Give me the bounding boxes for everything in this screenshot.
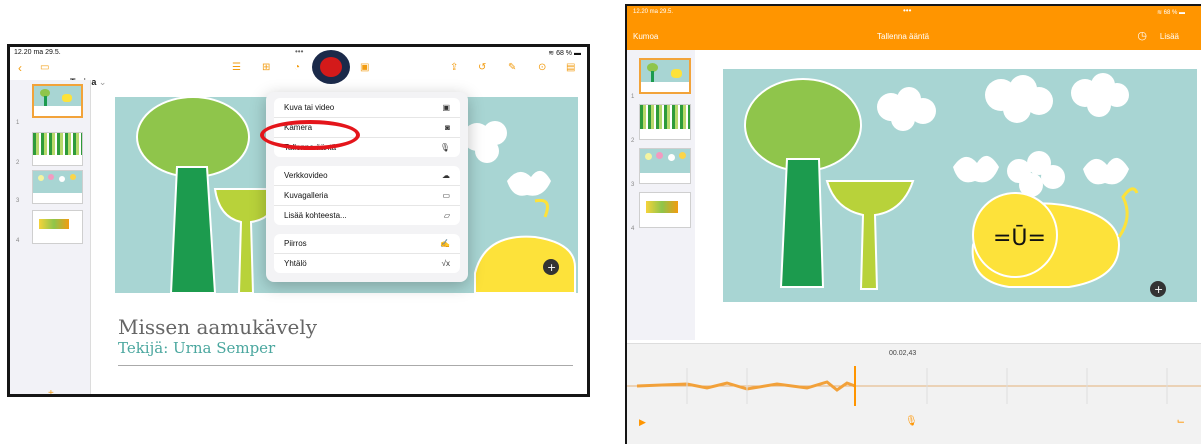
add-button[interactable]: Lisää	[1160, 32, 1179, 41]
status-battery: ≋ 68 % ▬	[548, 49, 581, 57]
slide-thumbnail[interactable]	[32, 84, 83, 118]
status-time: 12.20 ma 29.5.	[633, 9, 674, 15]
add-slide-button[interactable]: +	[48, 388, 54, 394]
divider	[118, 365, 573, 366]
menu-item-label: Lisää kohteesta...	[284, 211, 347, 220]
menu-item-photo-video[interactable]: Kuva tai video ▣	[274, 98, 460, 118]
chevron-left-icon[interactable]: ‹	[18, 61, 22, 75]
thumbnail-number: 1	[16, 120, 20, 126]
highlight-record-audio-oval	[260, 120, 360, 150]
gallery-icon: ▭	[442, 191, 450, 200]
crop-icon[interactable]: ⌙	[1177, 416, 1185, 427]
status-bar: 12.20 ma 29.5. ••• ≋ 68 % ▬	[10, 47, 587, 61]
audio-recorder-panel: 00.02,43 ▶ 🎙 ⌙	[627, 343, 1201, 444]
battery-icon: ▬	[574, 50, 581, 57]
pencil-icon: ✍	[440, 239, 450, 248]
photo-icon: ▣	[442, 103, 450, 112]
brush-icon[interactable]: ✎	[508, 62, 516, 73]
menu-item-label: Verkkovideo	[284, 171, 328, 180]
red-dot-marker	[320, 57, 342, 77]
thumbnail-number: 1	[631, 94, 635, 100]
status-battery: ≋ 68 % ▬	[1157, 9, 1185, 16]
equation-icon: √x	[441, 259, 450, 268]
cancel-button[interactable]: Kumoa	[633, 32, 658, 41]
highlight-media-button-marker	[312, 50, 350, 84]
share-icon[interactable]: ⇪	[450, 62, 458, 73]
battery-level: 68 %	[1163, 10, 1178, 16]
toolbar: ‹ ▭ Tarina ⌄ ☰ ⊞ ◔ ▣ ⇪ ↺ ✎ ⊙ ▤	[10, 60, 587, 87]
microphone-icon[interactable]: 🎙	[905, 416, 918, 427]
slide-navigator: 1 2 3 4 +	[10, 80, 91, 394]
keynote-record-audio-screenshot: 12.20 ma 29.5. ••• ≋ 68 % ▬ Kumoa Tallen…	[625, 4, 1201, 444]
chart-icon[interactable]: ◔	[294, 62, 300, 73]
undo-icon[interactable]: ↺	[478, 62, 486, 73]
slide-thumbnail[interactable]	[639, 58, 691, 94]
more-dots-icon: •••	[295, 47, 304, 56]
slide-canvas[interactable]: =Ū= +	[723, 69, 1197, 302]
cloud-play-icon: ☁	[442, 171, 450, 180]
table-icon[interactable]: ⊞	[262, 62, 270, 73]
menu-group: Piirros ✍ Yhtälö √x	[274, 234, 460, 273]
svg-text:=Ū=: =Ū=	[993, 225, 1046, 251]
slide-thumbnail[interactable]	[639, 148, 691, 184]
chevron-down-icon: ⌄	[98, 77, 107, 87]
recording-toolbar: 12.20 ma 29.5. ••• ≋ 68 % ▬ Kumoa Tallen…	[627, 6, 1201, 50]
slide-thumbnail[interactable]	[32, 170, 83, 204]
thumbnail-number: 3	[631, 182, 635, 188]
slide-thumbnail[interactable]	[32, 210, 83, 244]
wifi-icon: ≋	[548, 50, 555, 57]
menu-item-web-video[interactable]: Verkkovideo ☁	[274, 166, 460, 186]
battery-icon: ▬	[1179, 10, 1185, 16]
slide-subtitle[interactable]: Tekijä: Urna Semper	[118, 339, 275, 357]
menu-item-gallery[interactable]: Kuvagalleria ▭	[274, 186, 460, 206]
slide-thumbnail[interactable]	[32, 132, 83, 166]
slide-navigator: 1 2 3 4	[627, 50, 695, 340]
menu-item-label: Kuva tai video	[284, 103, 335, 112]
recording-title: Tallenna ääntä	[877, 32, 930, 41]
menu-item-insert-from[interactable]: Lisää kohteesta... ▱	[274, 206, 460, 225]
menu-item-label: Kuvagalleria	[284, 191, 329, 200]
camera-icon: ◙	[445, 123, 450, 132]
play-icon[interactable]: ▶	[639, 417, 646, 428]
document-icon[interactable]: ▤	[566, 62, 575, 73]
clock-icon[interactable]: ◷	[1137, 29, 1147, 42]
slide-title[interactable]: Missen aamukävely	[118, 315, 317, 339]
menu-item-drawing[interactable]: Piirros ✍	[274, 234, 460, 254]
menu-item-label: Piirros	[284, 239, 307, 248]
slide-thumbnail[interactable]	[639, 104, 691, 140]
sidebar-toggle-icon[interactable]: ▭	[40, 62, 49, 73]
keynote-insert-menu-screenshot: 12.20 ma 29.5. ••• ≋ 68 % ▬ ‹ ▭ Tarina ⌄…	[7, 44, 590, 397]
folder-icon: ▱	[443, 211, 450, 220]
media-icon[interactable]: ▣	[360, 62, 369, 73]
recording-timer: 00.02,43	[889, 350, 917, 357]
thumbnail-number: 2	[631, 138, 635, 144]
menu-item-equation[interactable]: Yhtälö √x	[274, 254, 460, 273]
svg-text:+: +	[547, 261, 556, 274]
audio-waveform[interactable]	[627, 364, 1201, 408]
status-time: 12.20 ma 29.5.	[14, 49, 61, 56]
thumbnail-number: 4	[631, 226, 635, 232]
microphone-icon: 🎙	[439, 143, 450, 152]
menu-item-label: Yhtälö	[284, 259, 307, 268]
thumbnail-number: 4	[16, 238, 20, 244]
thumbnail-number: 2	[16, 160, 20, 166]
wifi-icon: ≋	[1156, 10, 1162, 16]
more-icon[interactable]: ⊙	[538, 62, 546, 73]
slide-thumbnail[interactable]	[639, 192, 691, 228]
svg-text:+: +	[1154, 283, 1163, 296]
menu-group: Verkkovideo ☁ Kuvagalleria ▭ Lisää kohte…	[274, 166, 460, 225]
list-icon[interactable]: ☰	[232, 62, 241, 73]
thumbnail-number: 3	[16, 198, 20, 204]
battery-level: 68 %	[556, 50, 573, 57]
slide-illustration: =Ū= +	[744, 73, 1166, 297]
more-dots-icon: •••	[903, 6, 912, 15]
